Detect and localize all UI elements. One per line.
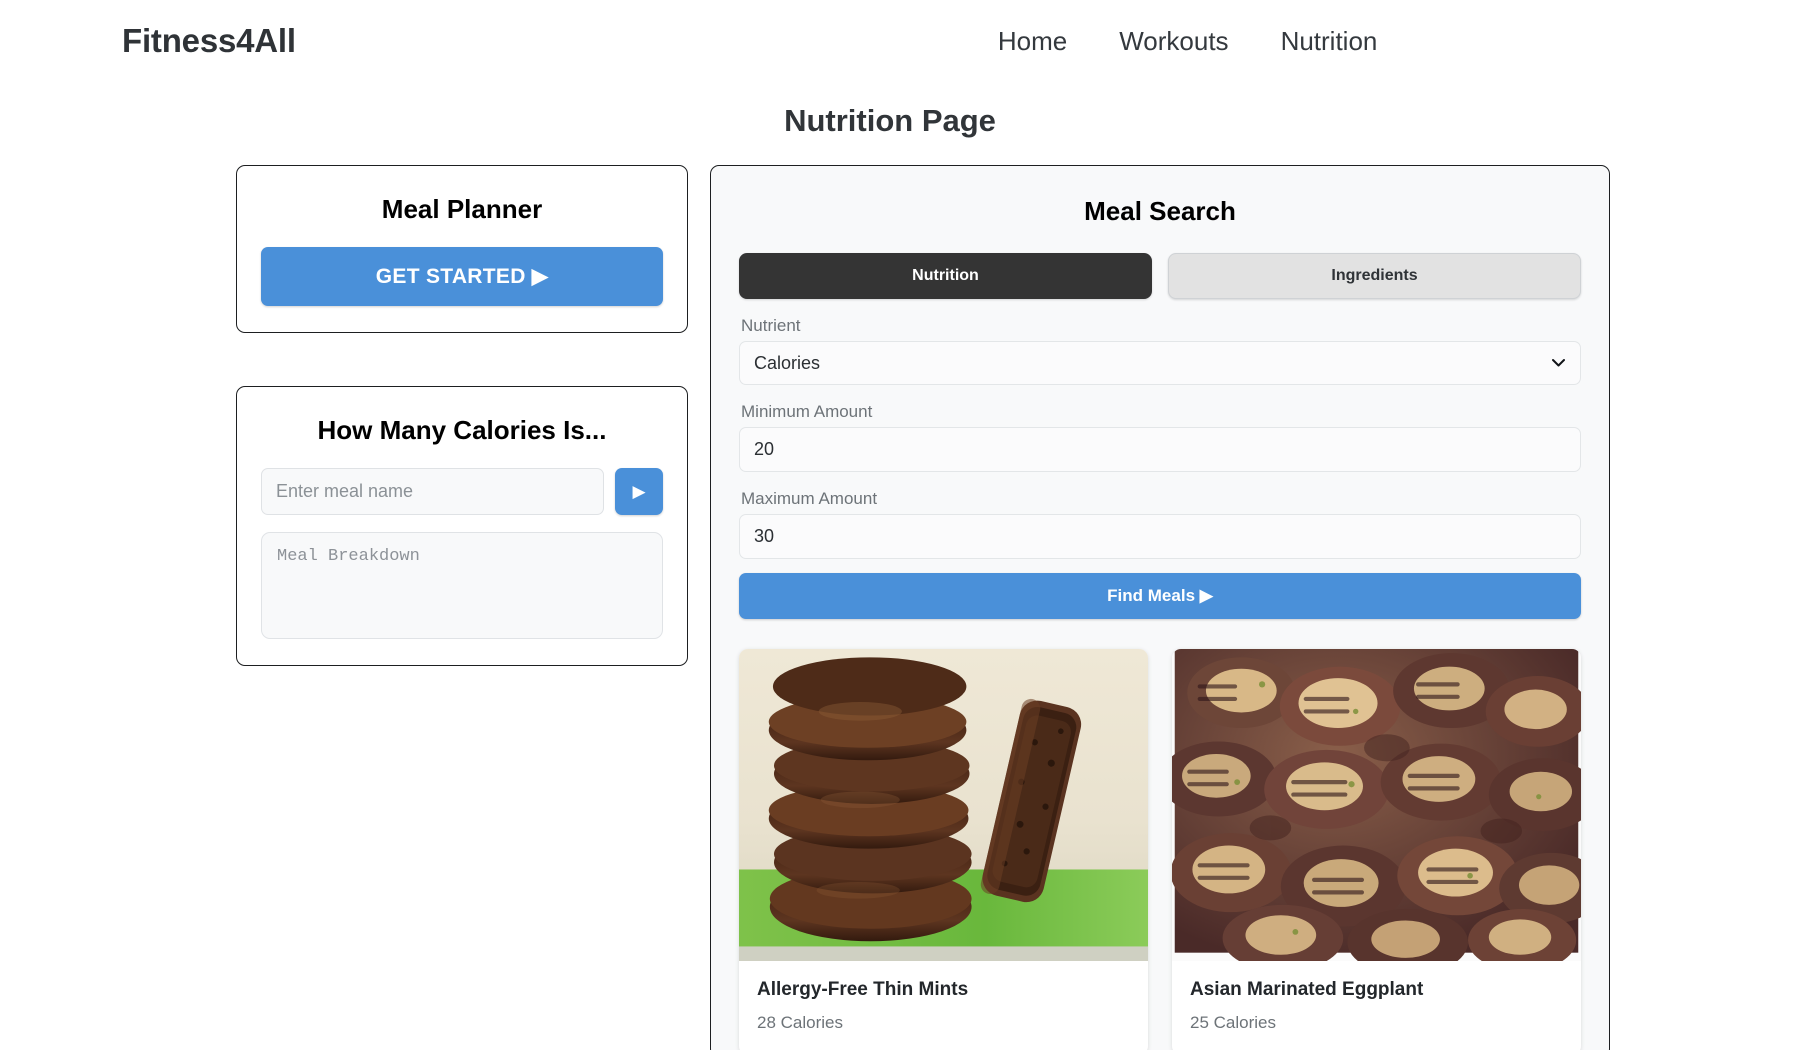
lookup-submit-button[interactable]: ▶	[615, 468, 663, 515]
nav-item-nutrition[interactable]: Nutrition	[1281, 26, 1378, 57]
left-column: Meal Planner GET STARTED ▶ How Many Calo…	[236, 165, 688, 666]
meal-name: Allergy-Free Thin Mints	[757, 979, 969, 1000]
nav-item-home[interactable]: Home	[998, 26, 1067, 57]
meal-card-body: Asian Marinated Eggplant 25 Calories	[1172, 961, 1581, 1050]
main-content: Meal Planner GET STARTED ▶ How Many Calo…	[0, 139, 1800, 1050]
maximum-amount-input[interactable]	[739, 514, 1581, 559]
nutrient-select[interactable]: Calories	[739, 341, 1581, 385]
nav-links: Home Workouts Nutrition	[998, 26, 1378, 57]
calorie-lookup-row: ▶	[261, 468, 663, 515]
meal-search-panel: Meal Search Nutrition Ingredients Nutrie…	[710, 165, 1610, 1050]
calorie-lookup-card: How Many Calories Is... ▶	[236, 386, 688, 666]
tab-nutrition[interactable]: Nutrition	[739, 253, 1152, 299]
nutrient-label: Nutrient	[741, 316, 801, 335]
brand-logo[interactable]: Fitness4All	[122, 22, 296, 60]
tab-ingredients[interactable]: Ingredients	[1168, 253, 1581, 299]
get-started-button[interactable]: GET STARTED ▶	[261, 247, 663, 306]
page-title: Nutrition Page	[784, 103, 996, 138]
nutrient-select-wrap: Calories	[739, 341, 1581, 385]
meal-breakdown-textarea[interactable]	[261, 532, 663, 639]
minimum-amount-input[interactable]	[739, 427, 1581, 472]
find-meals-button[interactable]: Find Meals ▶	[739, 573, 1581, 619]
meal-calories: 28 Calories	[757, 1013, 843, 1032]
meal-card-body: Allergy-Free Thin Mints 28 Calories	[739, 961, 1148, 1050]
nav-item-workouts[interactable]: Workouts	[1119, 26, 1228, 57]
meal-calories: 25 Calories	[1190, 1013, 1276, 1032]
meal-name: Asian Marinated Eggplant	[1190, 979, 1424, 1000]
meal-thumbnail-image	[739, 649, 1148, 961]
meal-search-title: Meal Search	[1084, 196, 1236, 226]
play-icon: ▶	[632, 482, 646, 501]
meal-planner-card: Meal Planner GET STARTED ▶	[236, 165, 688, 333]
top-navbar: Fitness4All Home Workouts Nutrition	[0, 0, 1800, 82]
maximum-amount-label: Maximum Amount	[741, 489, 878, 508]
meal-result-card[interactable]: Asian Marinated Eggplant 25 Calories	[1172, 649, 1581, 1050]
search-mode-tabs: Nutrition Ingredients	[739, 253, 1581, 299]
minimum-amount-label: Minimum Amount	[741, 402, 873, 421]
meal-planner-title: Meal Planner	[381, 194, 543, 224]
meal-name-input[interactable]	[261, 468, 604, 515]
meal-result-card[interactable]: Allergy-Free Thin Mints 28 Calories	[739, 649, 1148, 1050]
right-column: Meal Search Nutrition Ingredients Nutrie…	[710, 165, 1610, 1050]
meal-results-list: Allergy-Free Thin Mints 28 Calories Asia…	[739, 649, 1581, 1050]
calorie-lookup-title: How Many Calories Is...	[317, 415, 607, 445]
meal-thumbnail-image	[1172, 649, 1581, 961]
